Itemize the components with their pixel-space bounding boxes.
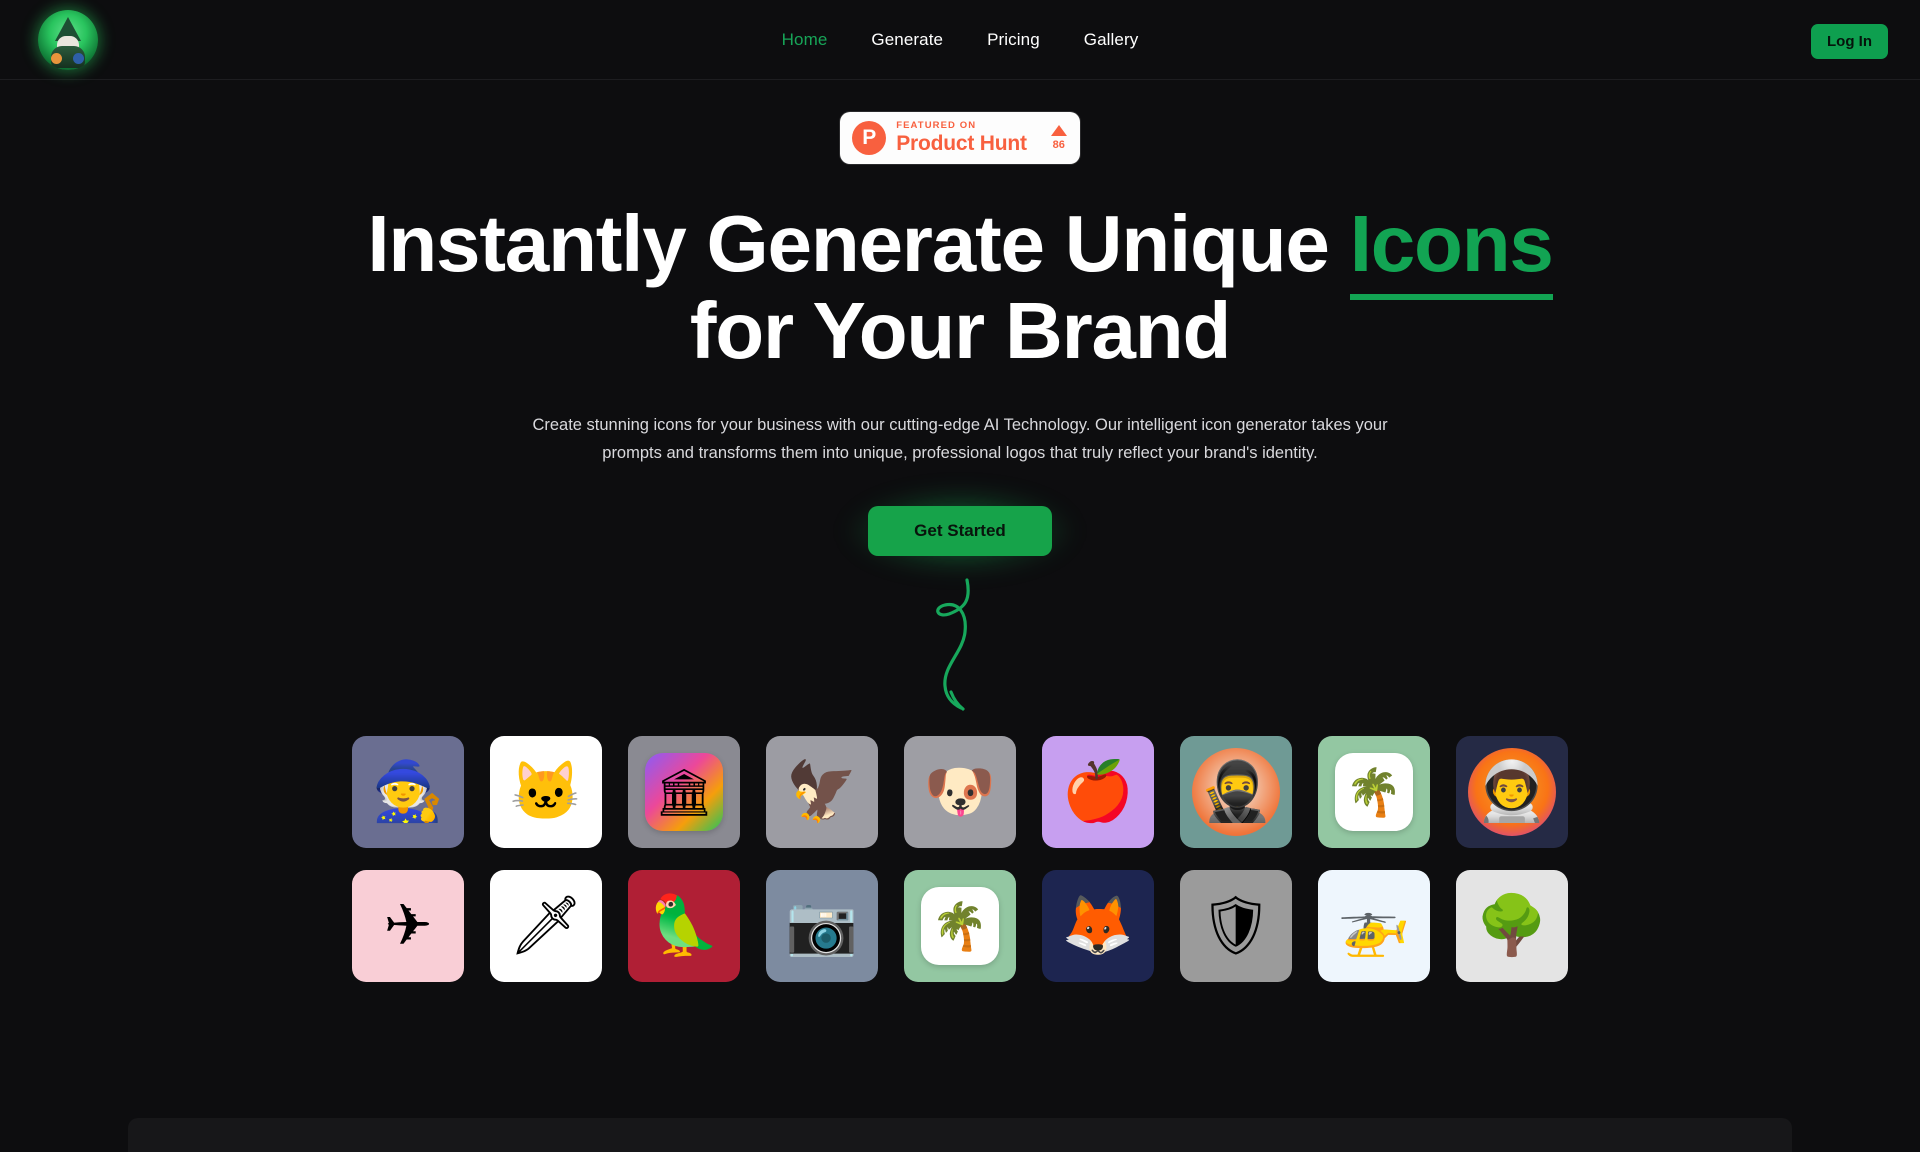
icon-tile-card: 🏛 — [645, 752, 723, 831]
triangle-up-icon — [1050, 125, 1067, 136]
brand-logo[interactable] — [36, 8, 100, 72]
icon-tile[interactable]: 🥷 — [1180, 735, 1292, 848]
product-hunt-badge[interactable]: FEATURED ON Product Hunt 86 — [840, 112, 1080, 165]
icon-tile[interactable]: 🦜 — [628, 869, 740, 982]
airplane-icon: ✈ — [383, 892, 433, 958]
icon-row-2: ✈ 🗡 🦜 📷 🌴 🦊 🛡 🚁 🌳 — [352, 869, 1568, 982]
nav-link-pricing[interactable]: Pricing — [987, 30, 1040, 50]
sword-dagger-icon: 🗡 — [509, 892, 583, 958]
headline-part-one: Instantly Generate Unique — [367, 199, 1350, 289]
icon-tile[interactable]: 🌴 — [904, 869, 1016, 982]
product-hunt-votes[interactable]: 86 — [1050, 125, 1067, 151]
wizard-gnome-avatar-icon — [38, 10, 98, 70]
icon-showcase-grid: 🧙 🐱 🏛 🦅 🐶 🍎 🥷 🌴 👨‍🚀 ✈ 🗡 🦜 📷 🌴 🦊 🛡 🚁 🌳 — [300, 735, 1620, 982]
soldier-avatar-icon: 🥷 — [1199, 758, 1273, 824]
astronaut-icon: 👨‍🚀 — [1475, 758, 1549, 824]
bank-building-icon: 🏛 — [654, 765, 714, 818]
palm-tree-icon: 🌴 — [1345, 765, 1403, 818]
bottom-section-strip — [128, 1118, 1792, 1152]
hero-subtitle: Create stunning icons for your business … — [532, 416, 1388, 463]
icon-tile-circle: 🥷 — [1192, 747, 1280, 836]
icon-tile[interactable]: 🧙 — [352, 735, 464, 848]
product-hunt-vote-count: 86 — [1052, 139, 1065, 151]
headline-accent-word: Icons — [1349, 199, 1554, 301]
logo-orb-blue — [73, 53, 84, 64]
icon-tile[interactable]: 🦊 — [1042, 869, 1154, 982]
cta-container: Get Started — [844, 487, 1075, 574]
nav-link-home[interactable]: Home — [782, 30, 828, 50]
navbar: Home Generate Pricing Gallery Log In — [0, 0, 1920, 80]
get-started-button[interactable]: Get Started — [868, 505, 1052, 556]
helicopter-icon: 🚁 — [1337, 892, 1411, 958]
icon-tile[interactable]: 🌴 — [1318, 735, 1430, 848]
icon-tile[interactable]: 🐱 — [490, 735, 602, 848]
nav-link-generate[interactable]: Generate — [871, 30, 943, 50]
icon-tile[interactable]: 🛡 — [1180, 869, 1292, 982]
icon-tile-circle: 👨‍🚀 — [1468, 747, 1556, 836]
puppy-dog-icon: 🐶 — [923, 758, 997, 824]
icon-tile-card: 🌴 — [921, 886, 999, 965]
icon-tile[interactable]: 🦅 — [766, 735, 878, 848]
nav-link-gallery[interactable]: Gallery — [1084, 30, 1139, 50]
product-hunt-name: Product Hunt — [896, 131, 1027, 155]
icon-tile-card: 🌴 — [1335, 752, 1413, 831]
apple-fruit-icon: 🍎 — [1061, 758, 1135, 824]
product-hunt-logo-icon — [852, 121, 887, 155]
icon-tile[interactable]: 🚁 — [1318, 869, 1430, 982]
product-hunt-featured-label: FEATURED ON — [896, 120, 977, 131]
tree-icon: 🌳 — [1475, 892, 1549, 958]
fox-icon: 🦊 — [1061, 892, 1135, 958]
icon-tile[interactable]: 🐶 — [904, 735, 1016, 848]
icon-tile[interactable]: 📷 — [766, 869, 878, 982]
icon-tile[interactable]: 🌳 — [1456, 869, 1568, 982]
icon-tile[interactable]: 👨‍🚀 — [1456, 735, 1568, 848]
headline-part-two: for Your Brand — [689, 286, 1231, 376]
page-title: Instantly Generate Unique Icons for Your… — [320, 199, 1600, 376]
icon-tile[interactable]: ✈ — [352, 869, 464, 982]
icon-tile[interactable]: 🏛 — [628, 735, 740, 848]
parrot-icon: 🦜 — [647, 892, 721, 958]
icon-row-1: 🧙 🐱 🏛 🦅 🐶 🍎 🥷 🌴 👨‍🚀 — [352, 735, 1568, 848]
icon-tile[interactable]: 🍎 — [1042, 735, 1154, 848]
hero-section: FEATURED ON Product Hunt 86 Instantly Ge… — [0, 80, 1920, 714]
login-button[interactable]: Log In — [1811, 24, 1888, 59]
shield-icon: 🛡 — [1199, 892, 1273, 958]
wizard-icon: 🧙 — [371, 758, 445, 824]
logo-orb-orange — [51, 53, 62, 64]
cat-icon: 🐱 — [509, 758, 583, 824]
curly-down-arrow-icon — [0, 574, 1920, 714]
primary-navigation: Home Generate Pricing Gallery — [782, 30, 1139, 50]
palm-tree-icon: 🌴 — [931, 899, 989, 952]
camera-icon: 📷 — [785, 892, 859, 958]
product-hunt-text: FEATURED ON Product Hunt — [896, 121, 1027, 155]
icon-tile[interactable]: 🗡 — [490, 869, 602, 982]
red-bird-icon: 🦅 — [785, 758, 859, 824]
